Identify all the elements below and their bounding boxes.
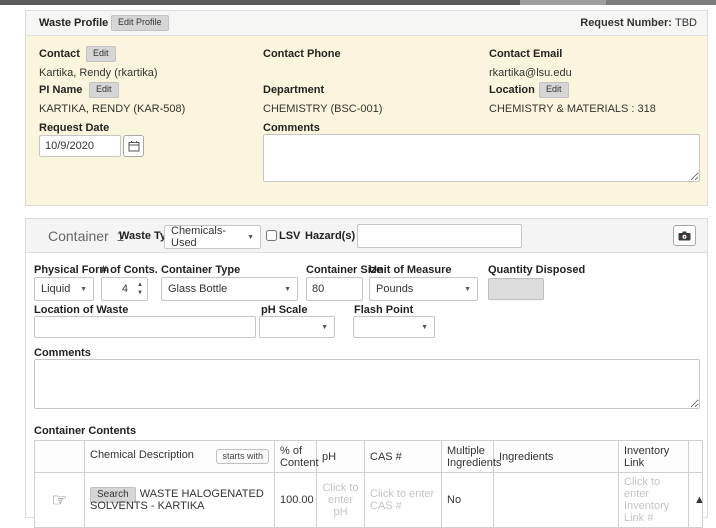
container-panel: Container 1 Waste Type Chemicals-Used▼ L… — [25, 218, 708, 518]
table-header-row: Chemical Description starts with % of Co… — [35, 441, 703, 473]
top-scrollbar[interactable] — [0, 0, 716, 5]
table-scrollbar-header — [689, 441, 703, 473]
request-number-label: Request Number: — [580, 17, 672, 29]
table-scrollbar[interactable]: ▲ — [689, 473, 703, 528]
physical-form-label: Physical Form — [34, 264, 109, 276]
ph-placeholder: Click to enter pH — [322, 482, 358, 518]
container-contents-title: Container Contents — [34, 425, 136, 437]
profile-comments-textarea[interactable] — [263, 134, 700, 182]
container-size-input[interactable] — [306, 277, 363, 301]
contact-phone-label: Contact Phone — [263, 48, 341, 60]
camera-icon[interactable] — [673, 225, 696, 246]
row-pointer-cell[interactable]: ☞ — [35, 473, 85, 528]
ph-cell[interactable]: Click to enter pH — [317, 473, 365, 528]
location-label: Location — [489, 84, 535, 96]
scrollbar-thumb[interactable] — [520, 0, 606, 5]
inventory-link-cell[interactable]: Click to enter Inventory Link # — [619, 473, 689, 528]
container-type-select[interactable]: Glass Bottle▼ — [161, 277, 298, 301]
department-label: Department — [263, 84, 324, 96]
contact-email-value: rkartika@lsu.edu — [489, 67, 572, 79]
container-header: Container 1 Waste Type Chemicals-Used▼ L… — [26, 219, 707, 253]
container-comments-label: Comments — [34, 347, 91, 359]
request-number: Request Number: TBD — [580, 17, 697, 29]
ph-scale-label: pH Scale — [261, 304, 307, 316]
container-comments-textarea[interactable] — [34, 359, 700, 409]
chevron-down-icon: ▼ — [247, 234, 254, 241]
unit-of-measure-label: Unit of Measure — [369, 264, 452, 276]
pi-name-edit-button[interactable]: Edit — [89, 82, 119, 98]
quantity-stepper[interactable]: ▲ ▼ — [133, 277, 148, 301]
table-row: ☞ SearchWASTE HALOGENATED SOLVENTS - KAR… — [35, 473, 703, 528]
department-value: CHEMISTRY (BSC-001) — [263, 103, 382, 115]
cas-placeholder: Click to enter CAS # — [370, 488, 434, 512]
spinner-up-icon[interactable]: ▲ — [137, 281, 143, 289]
unit-of-measure-select[interactable]: Pounds▼ — [369, 277, 478, 301]
edit-profile-button[interactable]: Edit Profile — [111, 15, 169, 31]
ingredients-header: Ingredients — [494, 441, 619, 473]
waste-type-select[interactable]: Chemicals-Used▼ — [164, 225, 261, 249]
spinner-down-icon[interactable]: ▼ — [137, 289, 143, 297]
request-date-input[interactable] — [39, 135, 121, 157]
profile-comments-label: Comments — [263, 122, 320, 134]
location-of-waste-label: Location of Waste — [34, 304, 128, 316]
request-date-label: Request Date — [39, 122, 109, 134]
lsv-checkbox[interactable] — [266, 230, 277, 241]
container-type-label: Container Type — [161, 264, 240, 276]
cas-cell[interactable]: Click to enter CAS # — [365, 473, 442, 528]
physical-form-select[interactable]: Liquid▼ — [34, 277, 94, 301]
flash-point-label: Flash Point — [354, 304, 413, 316]
location-value: CHEMISTRY & MATERIALS : 318 — [489, 103, 656, 115]
scroll-up-icon[interactable]: ▲ — [694, 494, 705, 506]
cas-header: CAS # — [365, 441, 442, 473]
chemical-description-cell[interactable]: SearchWASTE HALOGENATED SOLVENTS - KARTI… — [85, 473, 275, 528]
ingredients-cell[interactable] — [494, 473, 619, 528]
contact-email-label: Contact Email — [489, 48, 562, 60]
inventory-placeholder: Click to enter Inventory Link # — [624, 476, 669, 524]
percent-content-cell[interactable]: 100.00 — [275, 473, 317, 528]
chevron-down-icon: ▼ — [80, 286, 87, 293]
request-number-value: TBD — [675, 17, 697, 29]
lsv-label: LSV — [279, 230, 300, 242]
container-contents-table: Chemical Description starts with % of Co… — [34, 440, 703, 528]
location-of-waste-input[interactable] — [34, 316, 256, 338]
ph-scale-select[interactable]: ▼ — [259, 316, 335, 338]
contact-value: Kartika, Rendy (rkartika) — [39, 67, 158, 79]
quantity-disposed-label: Quantity Disposed — [488, 264, 585, 276]
hand-pointer-icon[interactable]: ☞ — [51, 490, 67, 510]
pi-name-value: KARTIKA, RENDY (KAR-508) — [39, 103, 185, 115]
ph-header: pH — [317, 441, 365, 473]
num-conts-label: # of Conts. — [101, 264, 158, 276]
hazards-input[interactable] — [357, 224, 522, 248]
waste-profile-header: Waste Profile Edit Profile Request Numbe… — [26, 11, 707, 36]
waste-profile-title: Waste Profile — [39, 17, 108, 29]
chevron-down-icon: ▼ — [421, 324, 428, 331]
scrollbar-endcap — [606, 0, 716, 5]
multiple-ingredients-header: Multiple Ingredients — [442, 441, 494, 473]
inventory-link-header: Inventory Link — [619, 441, 689, 473]
chevron-down-icon: ▼ — [321, 324, 328, 331]
pi-name-label: PI Name — [39, 84, 82, 96]
location-edit-button[interactable]: Edit — [539, 82, 569, 98]
num-conts-input[interactable] — [101, 277, 134, 301]
contact-label: Contact — [39, 48, 80, 60]
container-title: Container 1 — [48, 228, 124, 244]
hazards-label: Hazard(s) — [305, 230, 355, 242]
quantity-disposed-input — [488, 278, 544, 300]
multiple-ingredients-cell[interactable]: No — [442, 473, 494, 528]
chevron-down-icon: ▼ — [464, 286, 471, 293]
row-select-header — [35, 441, 85, 473]
calendar-icon[interactable] — [123, 135, 144, 157]
waste-profile-panel: Waste Profile Edit Profile Request Numbe… — [25, 10, 708, 206]
starts-with-button[interactable]: starts with — [216, 449, 269, 464]
chevron-down-icon: ▼ — [284, 286, 291, 293]
chemical-description-header: Chemical Description starts with — [85, 441, 275, 473]
percent-content-header: % of Content — [275, 441, 317, 473]
flash-point-select[interactable]: ▼ — [353, 316, 435, 338]
contact-edit-button[interactable]: Edit — [86, 46, 116, 62]
